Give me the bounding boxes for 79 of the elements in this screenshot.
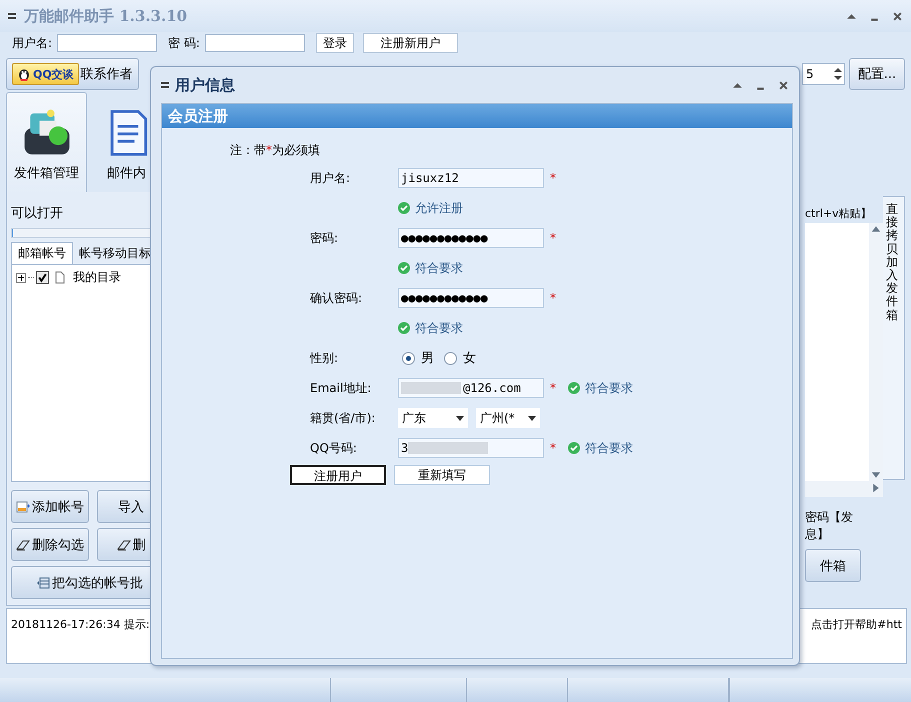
field-label: Email地址:	[310, 380, 372, 396]
log-text: 点击打开帮助#htt	[811, 617, 902, 633]
spinner-arrows-icon[interactable]	[832, 65, 844, 83]
input-field[interactable]: @126.com	[398, 378, 544, 398]
input-field[interactable]: jisuxz12	[398, 168, 544, 188]
input-field[interactable]: 3	[398, 438, 544, 458]
field-label: 用户名:	[310, 170, 352, 186]
account-button[interactable]: 添加帐号	[11, 490, 89, 523]
eraser-icon	[116, 538, 130, 552]
validation-text: 符合要求	[415, 320, 463, 336]
required-mark: *	[550, 171, 557, 185]
tree-checkbox[interactable]	[36, 271, 49, 284]
side-tab[interactable]: 直接拷贝加入发件箱	[883, 196, 905, 480]
validation-text: 符合要求	[415, 260, 463, 276]
radio-button[interactable]	[444, 352, 457, 364]
account-tab[interactable]: 邮箱帐号	[11, 242, 73, 264]
close-icon[interactable]	[892, 10, 903, 22]
field-label: 籍贯(省/市):	[310, 410, 376, 426]
input-field[interactable]: ●●●●●●●●●●●●	[398, 228, 544, 248]
add-list-icon	[16, 500, 30, 514]
field-label: QQ号码:	[310, 440, 358, 456]
radio-label[interactable]: 男	[421, 349, 434, 367]
form-button[interactable]: 重新填写	[394, 465, 490, 485]
penguin-icon	[17, 67, 31, 81]
tree-item[interactable]: 我的目录	[73, 269, 121, 286]
field-label: 密码:	[310, 230, 340, 246]
required-note: 注：带*为必须填	[230, 142, 321, 159]
caret-icon	[456, 416, 464, 420]
module-tab[interactable]: 发件箱管理	[6, 92, 87, 192]
blurred-text	[401, 382, 461, 394]
section-header: 会员注册	[162, 104, 792, 128]
note-text: 密码【发	[805, 509, 854, 526]
file-icon	[55, 271, 65, 284]
password-input[interactable]	[204, 34, 305, 52]
caret-icon	[528, 416, 536, 420]
required-mark: *	[550, 441, 557, 455]
window-title: 万能邮件助手 1.3.3.10	[24, 6, 188, 26]
outbox-button[interactable]: 件箱	[805, 549, 861, 582]
menu-icon[interactable]	[161, 82, 169, 88]
radio-label[interactable]: 女	[463, 349, 476, 367]
dialog-title: 用户信息	[175, 76, 235, 94]
username-input[interactable]	[57, 34, 158, 52]
expand-icon[interactable]	[16, 272, 26, 282]
qq-chat-button[interactable]: QQ交谈	[12, 63, 79, 85]
contact-author-label: 联系作者	[80, 66, 133, 83]
password-label: 密 码:	[168, 34, 200, 52]
list-arrow-icon	[36, 576, 50, 590]
contact-author-button[interactable]: QQ交谈 联系作者	[6, 58, 139, 90]
note-text: 息】	[805, 526, 830, 543]
validation-text: 符合要求	[585, 380, 633, 396]
hint-text: ctrl+v粘贴】	[805, 206, 873, 222]
log-text: 20181126-17:26:34 提示:	[11, 617, 150, 633]
check-circle-icon	[398, 262, 410, 274]
validation-text: 符合要求	[585, 440, 633, 456]
input-field[interactable]: ●●●●●●●●●●●●	[398, 288, 544, 308]
form-button[interactable]: 注册用户	[290, 465, 386, 485]
validation-text: 允许注册	[415, 200, 463, 216]
dropdown[interactable]: 广东	[398, 408, 468, 428]
dropdown[interactable]: 广州(*	[476, 408, 540, 428]
required-mark: *	[550, 231, 557, 245]
field-label: 性别:	[310, 350, 340, 366]
close-icon[interactable]	[778, 80, 789, 90]
register-button[interactable]: 注册新用户	[362, 33, 458, 53]
config-button[interactable]: 配置...	[849, 58, 905, 90]
menu-icon[interactable]	[8, 13, 16, 19]
check-circle-icon	[568, 382, 580, 394]
login-button[interactable]: 登录	[316, 33, 354, 53]
check-circle-icon	[568, 442, 580, 454]
check-circle-icon	[398, 202, 410, 214]
check-circle-icon	[398, 322, 410, 334]
status-text: 可以打开	[11, 205, 64, 223]
spinner-field[interactable]: 5	[802, 63, 845, 85]
required-mark: *	[550, 291, 557, 305]
account-button[interactable]: 删除勾选	[11, 528, 89, 561]
required-mark: *	[550, 381, 557, 395]
radio-button[interactable]	[402, 352, 415, 364]
eraser-icon	[16, 538, 30, 552]
username-label: 用户名:	[12, 34, 52, 52]
field-label: 确认密码:	[310, 290, 364, 306]
